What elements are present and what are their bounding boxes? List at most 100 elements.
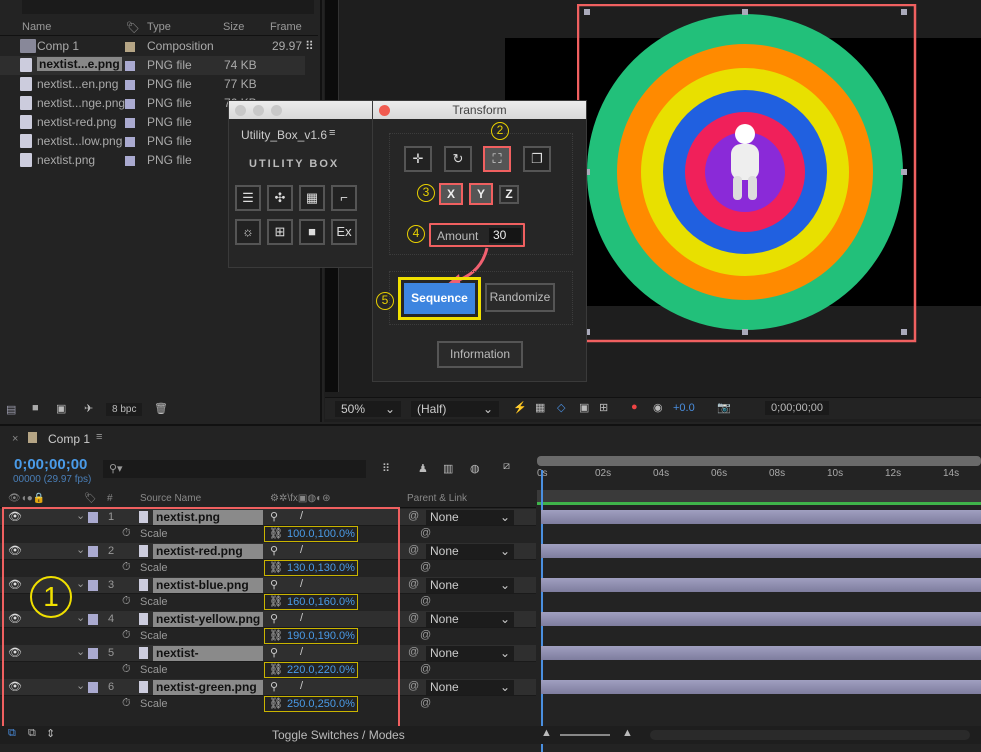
- layer-duration-bar[interactable]: [541, 646, 981, 660]
- transfer-controls-toggle-icon[interactable]: ⧉: [28, 727, 36, 740]
- new-comp-icon[interactable]: ▣: [56, 402, 66, 415]
- bounding-handle[interactable]: [901, 9, 907, 15]
- label-tag-icon[interactable]: 🏷: [126, 21, 140, 34]
- parent-dropdown[interactable]: None ⌄: [426, 510, 514, 525]
- sequence-button[interactable]: Sequence: [404, 283, 475, 314]
- axis-z-toggle[interactable]: Z: [499, 185, 519, 204]
- graph-editor-icon[interactable]: ⧄: [503, 460, 510, 473]
- parent-dropdown[interactable]: None ⌄: [426, 680, 514, 695]
- pick-whip-icon[interactable]: @: [420, 561, 431, 573]
- label-swatch[interactable]: [125, 61, 135, 71]
- project-search-input[interactable]: [22, 0, 314, 14]
- col-parent-link[interactable]: Parent & Link: [407, 493, 467, 504]
- utility-sun-button[interactable]: ☼: [235, 219, 261, 245]
- layer-duration-bar[interactable]: [541, 612, 981, 626]
- pick-whip-icon[interactable]: @: [408, 578, 419, 590]
- col-type[interactable]: Type: [147, 21, 171, 33]
- utility-align-button[interactable]: ☰: [235, 185, 261, 211]
- motion-blur-icon[interactable]: ◍: [470, 462, 480, 475]
- region-of-interest-icon[interactable]: ▣: [579, 401, 589, 414]
- bpc-button[interactable]: 8 bpc: [106, 403, 143, 416]
- information-button[interactable]: Information: [437, 341, 523, 368]
- project-item[interactable]: Comp 1 Composition 29.97 ⠿: [0, 37, 314, 56]
- pick-whip-icon[interactable]: @: [408, 612, 419, 624]
- col-source-name[interactable]: Source Name: [140, 493, 201, 504]
- mode-opacity-button[interactable]: ❐: [523, 146, 551, 172]
- mode-position-button[interactable]: ✛: [404, 146, 432, 172]
- bounding-handle[interactable]: [901, 169, 907, 175]
- transparency-grid-icon[interactable]: ▦: [535, 401, 545, 414]
- close-button[interactable]: [379, 105, 390, 116]
- bounding-handle[interactable]: [742, 329, 748, 335]
- minimize-button[interactable]: [253, 105, 264, 116]
- bounding-handle[interactable]: [584, 9, 590, 15]
- zoom-out-icon[interactable]: ▲: [541, 727, 552, 739]
- flowchart-icon[interactable]: ⠿: [305, 39, 314, 53]
- close-button[interactable]: [235, 105, 246, 116]
- pick-whip-icon[interactable]: @: [420, 629, 431, 641]
- col-size[interactable]: Size: [223, 21, 244, 33]
- mask-visibility-icon[interactable]: ◇: [557, 401, 565, 414]
- axis-y-toggle[interactable]: Y: [469, 183, 493, 205]
- bounding-handle[interactable]: [742, 9, 748, 15]
- viewer-timecode[interactable]: 0;00;00;00: [765, 401, 829, 415]
- parent-dropdown[interactable]: None ⌄: [426, 578, 514, 593]
- parent-dropdown[interactable]: None ⌄: [426, 612, 514, 627]
- toggle-switches-modes-button[interactable]: Toggle Switches / Modes: [272, 728, 405, 742]
- utility-path-button[interactable]: ⌐: [331, 185, 357, 211]
- layer-duration-bar[interactable]: [541, 510, 981, 524]
- exposure-value[interactable]: +0.0: [673, 402, 695, 414]
- label-swatch[interactable]: [125, 118, 135, 128]
- close-tab-icon[interactable]: ×: [12, 433, 18, 445]
- pick-whip-icon[interactable]: @: [420, 527, 431, 539]
- mode-rotation-button[interactable]: ↻: [444, 146, 472, 172]
- utility-grid-button[interactable]: ▦: [299, 185, 325, 211]
- new-folder-icon[interactable]: ■: [32, 402, 39, 414]
- pick-whip-icon[interactable]: @: [408, 680, 419, 692]
- layer-duration-bar[interactable]: [541, 680, 981, 694]
- col-name[interactable]: Name: [22, 21, 51, 33]
- project-item[interactable]: nextist...e.png PNG file 74 KB: [0, 56, 305, 75]
- composition-mini-flowchart-icon[interactable]: ⠿: [382, 462, 390, 475]
- label-swatch[interactable]: [125, 99, 135, 109]
- pick-whip-icon[interactable]: @: [420, 595, 431, 607]
- pick-whip-icon[interactable]: @: [408, 510, 419, 522]
- trash-icon[interactable]: 🗑: [154, 402, 168, 415]
- fast-preview-icon[interactable]: ⚡: [513, 401, 527, 414]
- grid-guides-icon[interactable]: ⊞: [599, 401, 608, 414]
- panel-menu-icon[interactable]: ≡: [96, 431, 102, 443]
- randomize-button[interactable]: Randomize: [485, 283, 555, 312]
- axis-x-toggle[interactable]: X: [439, 183, 463, 205]
- pick-whip-icon[interactable]: @: [408, 646, 419, 658]
- pick-whip-icon[interactable]: @: [420, 663, 431, 675]
- frame-blending-icon[interactable]: ▥: [443, 462, 453, 475]
- layer-duration-bar[interactable]: [541, 544, 981, 558]
- exposure-reset-icon[interactable]: ◉: [653, 401, 663, 414]
- label-swatch[interactable]: [125, 156, 135, 166]
- mode-scale-button[interactable]: ⛶: [483, 146, 511, 172]
- bounding-handle[interactable]: [901, 329, 907, 335]
- tab-comp-1[interactable]: Comp 1: [48, 432, 90, 446]
- snapshot-camera-icon[interactable]: 📷: [717, 401, 731, 414]
- in-out-toggle-icon[interactable]: ⇕: [46, 727, 55, 740]
- layer-duration-bar[interactable]: [541, 578, 981, 592]
- parent-dropdown[interactable]: None ⌄: [426, 544, 514, 559]
- zoom-button[interactable]: [271, 105, 282, 116]
- layer-search-input[interactable]: ⚲▾: [103, 460, 366, 478]
- project-item[interactable]: nextist...en.png PNG file 77 KB: [0, 75, 305, 94]
- label-swatch[interactable]: [125, 137, 135, 147]
- pick-whip-icon[interactable]: @: [408, 544, 419, 556]
- channel-icon[interactable]: ●: [631, 401, 638, 413]
- label-swatch[interactable]: [125, 80, 135, 90]
- time-ruler[interactable]: 0s02s04s06s08s10s12s14s: [537, 456, 981, 492]
- parent-dropdown[interactable]: None ⌄: [426, 646, 514, 661]
- utility-titlebar[interactable]: [229, 101, 373, 119]
- col-frame[interactable]: Frame: [270, 21, 302, 33]
- layer-switches-toggle-icon[interactable]: ⧉: [8, 727, 16, 740]
- amount-input[interactable]: 30: [489, 228, 521, 243]
- utility-camera-button[interactable]: ■: [299, 219, 325, 245]
- render-icon[interactable]: ✈: [84, 402, 93, 415]
- timeline-scrollbar[interactable]: [650, 730, 970, 740]
- zoom-in-icon[interactable]: ▲: [622, 727, 633, 739]
- resolution-dropdown[interactable]: (Half) ⌄: [411, 401, 499, 417]
